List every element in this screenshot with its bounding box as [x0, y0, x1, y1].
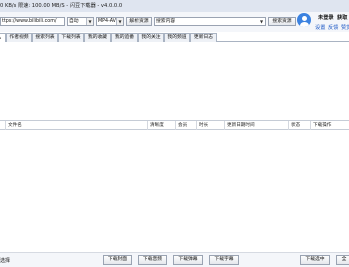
mode-select-value: 自动: [69, 19, 79, 24]
mode-select[interactable]: 自动 ▼: [67, 17, 94, 26]
column-duration[interactable]: 时长: [197, 121, 225, 130]
title-bar: 0 KB/s 限速: 100.00 MB/S - 闪豆下载器 - v4.0.0.…: [0, 0, 349, 12]
format-select[interactable]: MP4-AVC ▼: [96, 17, 124, 26]
chevron-down-icon: ▼: [116, 18, 123, 25]
download-danmaku-button[interactable]: 下载弹幕: [173, 255, 203, 265]
search-resource-button[interactable]: 搜索资源: [268, 17, 296, 26]
tab-my-bangumi[interactable]: 我的追番: [111, 33, 138, 42]
tab-my-follows[interactable]: 我的关注: [138, 33, 164, 42]
column-filename[interactable]: 文件名: [6, 121, 148, 130]
url-input[interactable]: ttps://www.bilibili.com/: [0, 17, 65, 26]
column-download-actions[interactable]: 下载操作: [311, 121, 349, 130]
file-list[interactable]: [0, 130, 349, 252]
column-quality[interactable]: 清晰度: [148, 121, 176, 130]
tab-changelog[interactable]: 更新日志: [190, 33, 217, 42]
download-subtitle-button[interactable]: 下载字幕: [209, 255, 239, 265]
column-member[interactable]: 会员: [176, 121, 197, 130]
bottom-bar: 选择 下载封面 下载音频 下载弹幕 下载字幕 下载选中 全: [0, 252, 349, 267]
settings-link[interactable]: 设置: [315, 24, 325, 31]
download-selected-button[interactable]: 下载选中: [300, 255, 330, 265]
column-update-time[interactable]: 更新日期时间: [225, 121, 289, 130]
tab-download-list[interactable]: 下载列表: [58, 33, 84, 42]
login-status[interactable]: 未登录: [318, 14, 334, 21]
download-cover-button[interactable]: 下载封面: [103, 255, 132, 265]
download-all-button[interactable]: 全: [336, 255, 349, 265]
parse-resource-button[interactable]: 解析资源: [126, 17, 152, 26]
tab-my-favorites[interactable]: 我的收藏: [84, 33, 111, 42]
user-avatar-icon[interactable]: [297, 13, 311, 27]
download-audio-button[interactable]: 下载音频: [138, 255, 167, 265]
feedback-link[interactable]: 反馈: [328, 24, 338, 31]
search-input-value: 搜索内容: [156, 19, 176, 24]
tab-bar: ⌂ 作者视频 搜索列表 下载列表 我的收藏 我的追番 我的关注 我的频道 更新日…: [0, 32, 349, 43]
donate-link[interactable]: 赞赏: [341, 24, 349, 31]
chevron-down-icon: ▼: [86, 18, 93, 25]
table-header: 文件名 清晰度 会员 时长 更新日期时间 状态 下载操作: [0, 120, 349, 130]
window-title: 0 KB/s 限速: 100.00 MB/S - 闪豆下载器 - v4.0.0.…: [0, 3, 123, 9]
select-all-label[interactable]: 选择: [0, 257, 10, 264]
tab-author-videos[interactable]: 作者视频: [6, 33, 32, 42]
tab-my-channels[interactable]: 我的频道: [164, 33, 190, 42]
chevron-down-icon: ▼: [259, 19, 264, 24]
user-extra-link[interactable]: 获取: [337, 14, 347, 21]
tab-content-area: [0, 42, 349, 118]
tab-search-list[interactable]: 搜索列表: [32, 33, 58, 42]
column-status[interactable]: 状态: [289, 121, 311, 130]
search-input[interactable]: 搜索内容 ▼: [154, 17, 266, 26]
